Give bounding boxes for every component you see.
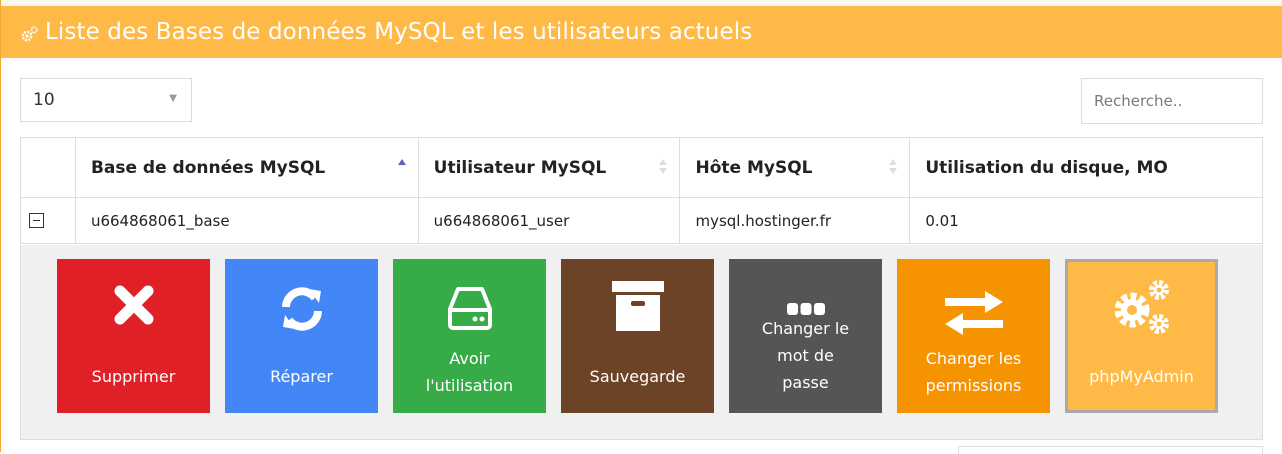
permissions-label-line1: Changer les: [925, 349, 1022, 368]
phpmyadmin-button[interactable]: phpMyAdmin: [1065, 259, 1218, 413]
repair-button[interactable]: Réparer: [225, 259, 378, 413]
panel-header: Liste des Bases de données MySQL et les …: [1, 0, 1282, 58]
column-header-user[interactable]: Utilisateur MySQL: [417, 137, 681, 198]
column-header-label: Utilisateur MySQL: [433, 157, 607, 178]
column-header-label: Base de données MySQL: [90, 157, 326, 178]
phpmyadmin-label: phpMyAdmin: [1089, 367, 1194, 386]
password-label-line1: Changer le: [761, 319, 850, 338]
gears-icon: [21, 26, 38, 42]
sort-icon: [889, 159, 898, 174]
password-dots-icon: [786, 303, 825, 315]
permissions-label-line2: permissions: [925, 376, 1022, 395]
databases-table: Base de données MySQL Utilisateur MySQL …: [20, 137, 1263, 244]
password-label-line3: passe: [782, 373, 829, 392]
delete-label: Supprimer: [91, 367, 176, 386]
hdd-icon: [447, 287, 492, 330]
usage-label-line1: Avoir: [449, 349, 490, 368]
disk-usage-cell: 0.01: [909, 197, 1263, 244]
databases-panel: Liste des Bases de données MySQL et les …: [0, 0, 1282, 454]
table-header-row: Base de données MySQL Utilisateur MySQL …: [20, 137, 1263, 198]
user-cell: u664868061_user: [417, 197, 681, 244]
usage-button[interactable]: Avoir l'utilisation: [393, 259, 546, 413]
sort-asc-icon: [397, 159, 406, 165]
host-cell: mysql.hostinger.fr: [679, 197, 911, 244]
pagination: [958, 446, 1263, 454]
change-password-button[interactable]: Changer le mot de passe: [729, 259, 882, 413]
column-header-label: Hôte MySQL: [695, 157, 813, 178]
x-icon: [114, 285, 153, 325]
refresh-icon: [281, 287, 322, 331]
password-label-line2: mot de: [777, 346, 834, 365]
gears-icon: [1114, 280, 1169, 334]
column-header-database[interactable]: Base de données MySQL: [74, 137, 419, 198]
expand-column-header: [20, 137, 76, 198]
exchange-icon: [944, 291, 1003, 335]
panel-title: Liste des Bases de données MySQL et les …: [45, 19, 753, 45]
backup-label: Sauvegarde: [589, 367, 686, 386]
expand-cell[interactable]: [20, 197, 76, 244]
backup-button[interactable]: Sauvegarde: [561, 259, 714, 413]
delete-button[interactable]: Supprimer: [57, 259, 210, 413]
sort-icon: [659, 159, 668, 174]
column-header-host[interactable]: Hôte MySQL: [679, 137, 911, 198]
repair-label: Réparer: [270, 367, 333, 386]
usage-label-line2: l'utilisation: [425, 376, 514, 395]
column-header-disk[interactable]: Utilisation du disque, MO: [909, 137, 1263, 198]
database-cell: u664868061_base: [74, 197, 419, 244]
search-input[interactable]: [1081, 78, 1263, 124]
row-actions-panel: Supprimer Réparer Avoir l'utilisation Sa…: [20, 245, 1263, 440]
change-permissions-button[interactable]: Changer les permissions: [897, 259, 1050, 413]
collapse-icon[interactable]: [29, 213, 44, 228]
column-header-label: Utilisation du disque, MO: [925, 157, 1168, 178]
archive-icon: [611, 281, 664, 331]
page-size-select[interactable]: 10 ▼: [20, 78, 192, 122]
page-size-value: 10: [33, 90, 55, 110]
chevron-down-icon: ▼: [169, 93, 177, 104]
table-row: u664868061_base u664868061_user mysql.ho…: [20, 197, 1263, 244]
